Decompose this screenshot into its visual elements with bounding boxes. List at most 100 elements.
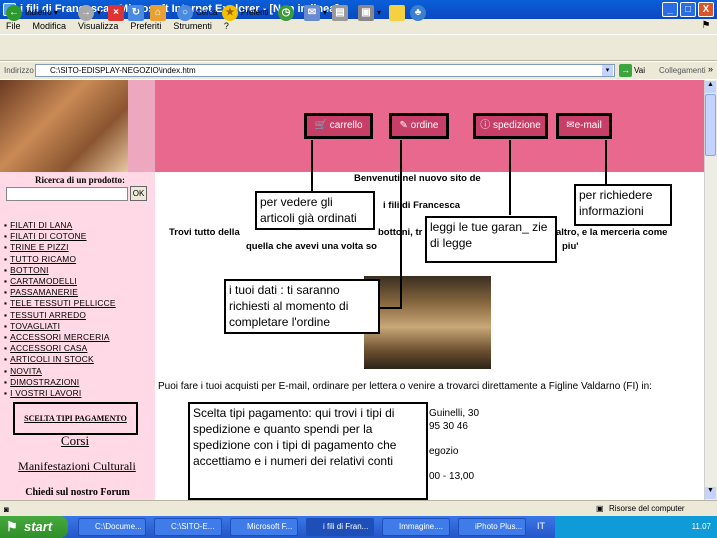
category-link[interactable]: BOTTONI xyxy=(4,265,154,276)
windows-logo-icon: ⚑ xyxy=(701,20,711,31)
stop-icon: × xyxy=(108,4,124,21)
nav-spedizione-button[interactable]: ⓘ spedizione xyxy=(473,113,548,139)
favorites-button[interactable]: ★ Preferiti xyxy=(222,4,269,22)
menu-visualizza[interactable]: Visualizza xyxy=(78,21,118,31)
scroll-down-arrow-icon[interactable]: ▼ xyxy=(705,487,716,499)
search-input[interactable] xyxy=(6,187,128,201)
menu-help[interactable]: ? xyxy=(224,21,229,31)
back-arrow-icon: ← xyxy=(6,4,22,21)
category-link[interactable]: ACCESSORI CASA xyxy=(4,343,154,354)
language-indicator[interactable]: IT xyxy=(537,521,545,531)
messenger-button[interactable]: ♣ xyxy=(410,4,429,22)
discuss-button[interactable] xyxy=(389,4,408,22)
category-link[interactable]: ACCESSORI MERCERIA xyxy=(4,332,154,343)
taskbar-item[interactable]: C:\Docume... xyxy=(78,518,146,536)
category-link[interactable]: NOVITA xyxy=(4,366,154,377)
category-link[interactable]: I VOSTRI LAVORI xyxy=(4,388,154,399)
category-link[interactable]: TUTTO RICAMO xyxy=(4,254,154,265)
menu-preferiti[interactable]: Preferiti xyxy=(130,21,161,31)
mail-button[interactable]: ✉ ▾ xyxy=(304,4,327,22)
taskbar-item[interactable]: iPhoto Plus... xyxy=(458,518,526,536)
taskbar-item[interactable]: Microsoft F... xyxy=(230,518,298,536)
address-input[interactable]: C:\SITO-EDISPLAY-NEGOZIO\index.htm xyxy=(35,64,615,77)
forward-button[interactable]: → ▾ xyxy=(78,4,101,22)
refresh-button[interactable]: ↻ xyxy=(128,4,147,22)
scrollbar-thumb[interactable] xyxy=(705,94,716,156)
menu-strumenti[interactable]: Strumenti xyxy=(173,21,212,31)
store-interior-photo xyxy=(364,276,491,369)
callout-pagamento: Scelta tipi pagamento: qui trovi i tipi … xyxy=(188,402,428,500)
go-button[interactable]: Vai xyxy=(634,66,645,75)
category-link[interactable]: FILATI DI COTONE xyxy=(4,231,154,242)
close-button[interactable]: X xyxy=(698,2,714,17)
forum-link[interactable]: Chiedi sul nostro Forum xyxy=(10,487,145,498)
star-icon: ★ xyxy=(222,4,238,21)
start-button[interactable]: ⚑ start xyxy=(0,516,68,538)
category-link[interactable]: TELE TESSUTI PELLICCE xyxy=(4,298,154,309)
menu-file[interactable]: File xyxy=(6,21,21,31)
chevron-right-icon[interactable]: » xyxy=(708,64,713,74)
maximize-button[interactable]: □ xyxy=(680,2,696,17)
address-label: Indirizzo xyxy=(4,66,34,75)
windows-flag-icon: ⚑ xyxy=(6,519,18,534)
envelope-icon: ✉ xyxy=(566,120,575,131)
toolbar xyxy=(0,34,717,61)
menu-modifica[interactable]: Modifica xyxy=(33,21,67,31)
category-link[interactable]: TESSUTI ARREDO xyxy=(4,310,154,321)
callout-email: per richiedere informazioni xyxy=(574,184,672,226)
refresh-icon: ↻ xyxy=(128,4,144,21)
search-ok-button[interactable]: OK xyxy=(130,186,147,201)
category-link[interactable]: TOVAGLIATI xyxy=(4,321,154,332)
computer-icon: ▣ xyxy=(596,504,604,513)
address-line-1: Guinelli, 30 xyxy=(429,408,480,419)
intro-line2-left: quella che avevi una volta so xyxy=(246,241,377,252)
manifestazioni-link[interactable]: Manifestazioni Culturali xyxy=(2,459,152,474)
address-line-2: 95 30 46 xyxy=(429,421,468,432)
page-viewport: 🛒 carrello ✎ ordine ⓘ spedizione ✉e-mail… xyxy=(0,80,704,500)
nav-email-button[interactable]: ✉e-mail xyxy=(556,113,612,139)
address-line-3: egozio xyxy=(429,446,459,457)
forward-arrow-icon: → xyxy=(78,4,94,21)
taskbar-item[interactable]: Immagine.... xyxy=(382,518,450,536)
callout-connector xyxy=(605,140,607,184)
edit-icon: ▣ xyxy=(358,4,374,21)
history-icon: ◷ xyxy=(278,4,294,21)
print-button[interactable]: ▤ xyxy=(332,4,351,22)
taskbar-item-active[interactable]: i fili di Fran... xyxy=(306,518,374,536)
back-button[interactable]: ← Indietro ▾ xyxy=(6,4,58,22)
callout-connector xyxy=(380,307,402,309)
callout-connector xyxy=(509,140,511,215)
links-label[interactable]: Collegamenti xyxy=(659,66,706,75)
category-link[interactable]: ARTICOLI IN STOCK xyxy=(4,354,154,365)
opening-hours: 00 - 13,00 xyxy=(429,471,475,482)
messenger-icon: ♣ xyxy=(410,4,426,21)
history-button[interactable]: ◷ xyxy=(278,4,297,22)
category-list: FILATI DI LANA FILATI DI COTONE TRINE E … xyxy=(4,220,154,399)
category-link[interactable]: PASSAMANERIE xyxy=(4,287,154,298)
category-link[interactable]: DIMOSTRAZIONI xyxy=(4,377,154,388)
search-button[interactable]: ○ Cerca xyxy=(177,4,217,22)
purchase-info-text: Puoi fare i tuoi acquisti per E-mail, or… xyxy=(158,381,652,392)
callout-carrello: per vedere gli articoli già ordinati xyxy=(255,191,375,230)
category-link[interactable]: TRINE E PIZZI xyxy=(4,242,154,253)
home-button[interactable]: ⌂ xyxy=(150,4,169,22)
category-link[interactable]: FILATI DI LANA xyxy=(4,220,154,231)
shop-photo-edge xyxy=(128,80,155,172)
category-link[interactable]: CARTAMODELLI xyxy=(4,276,154,287)
shop-photo xyxy=(0,80,128,172)
home-icon: ⌂ xyxy=(150,4,166,21)
minimize-button[interactable]: _ xyxy=(662,2,678,17)
corsi-link[interactable]: Corsi xyxy=(30,433,120,449)
payment-link[interactable]: SCELTA TIPI PAGAMENTO xyxy=(13,402,138,435)
address-dropdown-icon[interactable]: ▾ xyxy=(602,65,613,76)
info-icon: ⓘ xyxy=(480,120,491,131)
callout-connector xyxy=(400,140,402,308)
system-tray: 11.07 xyxy=(555,516,717,538)
scroll-up-arrow-icon[interactable]: ▲ xyxy=(705,81,716,93)
nav-ordine-button[interactable]: ✎ ordine xyxy=(389,113,449,139)
edit-button[interactable]: ▣ ▾ xyxy=(358,4,381,22)
taskbar-item[interactable]: C:\SITO-E... xyxy=(154,518,222,536)
nav-carrello-button[interactable]: 🛒 carrello xyxy=(304,113,373,139)
go-icon[interactable]: → xyxy=(619,64,632,77)
stop-button[interactable]: × xyxy=(108,4,127,22)
